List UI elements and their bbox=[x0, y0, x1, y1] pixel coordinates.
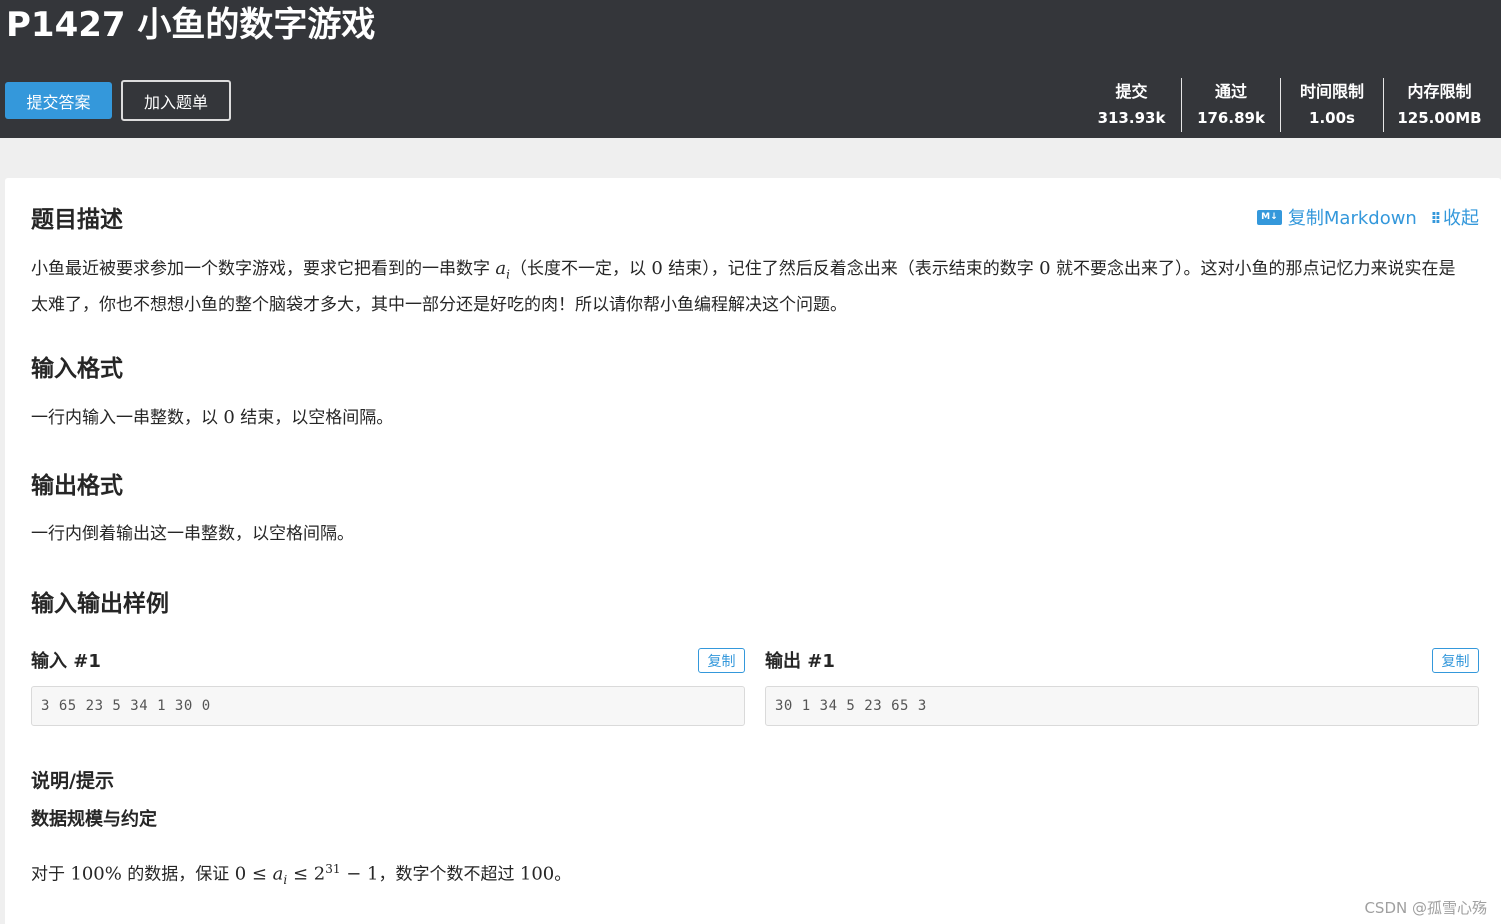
copy-output-button[interactable]: 复制 bbox=[1432, 648, 1479, 673]
stat-submissions: 提交 313.93k bbox=[1082, 78, 1181, 132]
stat-memory-limit: 内存限制 125.00MB bbox=[1383, 78, 1495, 132]
problem-toolbar: M↓ 复制Markdown ⁝⁝ 收起 bbox=[1256, 204, 1479, 230]
sample-output-label: 输出 #1 bbox=[765, 651, 835, 672]
output-format-heading: 输出格式 bbox=[31, 473, 123, 499]
copy-input-button[interactable]: 复制 bbox=[698, 648, 745, 673]
stat-time-limit: 时间限制 1.00s bbox=[1280, 78, 1383, 132]
stat-label: 内存限制 bbox=[1407, 82, 1472, 101]
stat-label: 提交 bbox=[1115, 82, 1148, 101]
description-text: 小鱼最近被要求参加一个数字游戏，要求它把看到的一串数字 ai（长度不一定，以 0… bbox=[31, 258, 1456, 316]
add-to-list-button[interactable]: 加入题单 bbox=[121, 80, 231, 121]
stat-value: 1.00s bbox=[1309, 109, 1355, 127]
samples-heading: 输入输出样例 bbox=[31, 591, 169, 617]
copy-markdown-link[interactable]: M↓ 复制Markdown bbox=[1256, 204, 1417, 230]
output-format-text: 一行内倒着输出这一串整数，以空格间隔。 bbox=[31, 524, 354, 544]
page-title: P1427 小鱼的数字游戏 bbox=[6, 5, 376, 45]
collapse-link[interactable]: ⁝⁝ 收起 bbox=[1417, 204, 1479, 230]
sample-input-label: 输入 #1 bbox=[31, 651, 101, 672]
collapse-icon: ⁝⁝ bbox=[1430, 207, 1441, 227]
hint-subheading: 数据规模与约定 bbox=[31, 809, 157, 830]
problem-stats: 提交 313.93k 通过 176.89k 时间限制 1.00s 内存限制 12… bbox=[1082, 78, 1495, 132]
stat-value: 125.00MB bbox=[1397, 109, 1482, 127]
stat-value: 176.89k bbox=[1197, 109, 1265, 127]
sample-input-box[interactable]: 3 65 23 5 34 1 30 0 bbox=[31, 686, 745, 726]
stat-accepted: 通过 176.89k bbox=[1181, 78, 1280, 132]
input-format-heading: 输入格式 bbox=[31, 356, 123, 382]
hint-text: 对于 100% 的数据，保证 0 ≤ ai ≤ 231 − 1，数字个数不超过 … bbox=[31, 862, 572, 888]
input-format-text: 一行内输入一串整数，以 0 结束，以空格间隔。 bbox=[31, 407, 394, 428]
stat-label: 时间限制 bbox=[1299, 82, 1364, 101]
problem-header: P1427 小鱼的数字游戏 提交答案 加入题单 提交 313.93k 通过 17… bbox=[0, 0, 1501, 138]
csdn-watermark: CSDN @孤雪心殇 bbox=[1364, 899, 1487, 917]
sample-output-box[interactable]: 30 1 34 5 23 65 3 bbox=[765, 686, 1479, 726]
description-heading: 题目描述 bbox=[31, 207, 123, 233]
hint-heading: 说明/提示 bbox=[31, 770, 114, 792]
stat-value: 313.93k bbox=[1097, 109, 1166, 127]
stat-label: 通过 bbox=[1214, 82, 1247, 101]
markdown-icon: M↓ bbox=[1256, 209, 1282, 225]
copy-markdown-label: 复制Markdown bbox=[1287, 208, 1417, 229]
collapse-label: 收起 bbox=[1443, 208, 1479, 229]
problem-card: 题目描述 M↓ 复制Markdown ⁝⁝ 收起 小鱼最近被要求参加一个数字游戏… bbox=[5, 178, 1501, 924]
submit-answer-button[interactable]: 提交答案 bbox=[5, 82, 112, 119]
